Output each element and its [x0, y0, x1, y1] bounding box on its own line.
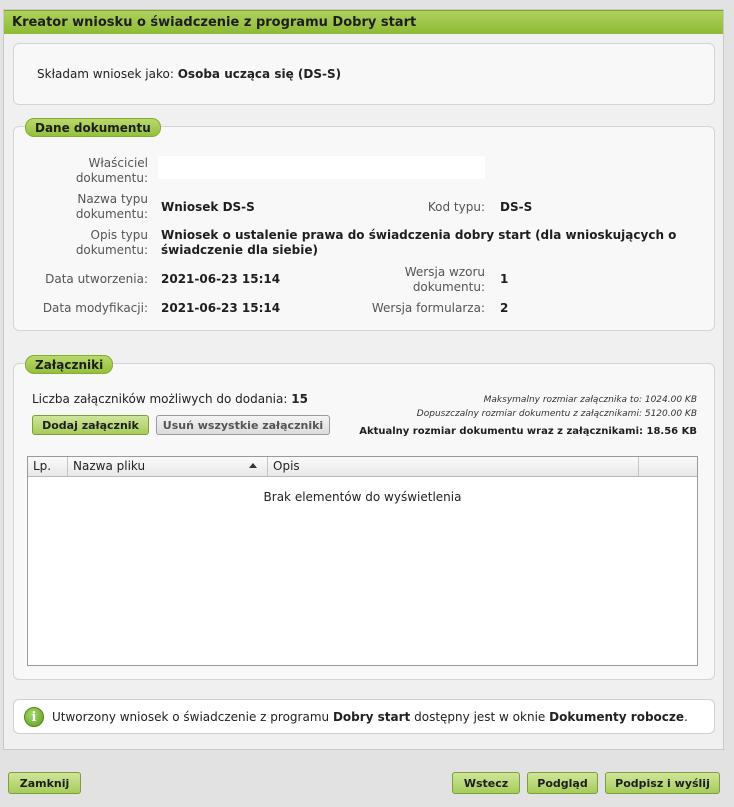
sort-ascending-icon — [249, 463, 257, 468]
created-value: 2021-06-23 15:14 — [161, 272, 281, 286]
document-data-panel: Dane dokumentu Właściciel dokumentu: Naz… — [13, 118, 715, 331]
attachments-table-header: Lp. Nazwa pliku Opis — [28, 457, 697, 477]
type-desc-label-line-2: dokumentu: — [75, 243, 148, 257]
close-button[interactable]: Zamknij — [8, 772, 81, 794]
info-notice: i Utworzony wniosek o świadczenie z prog… — [13, 699, 715, 734]
modified-label: Data modyfikacji: — [42, 301, 148, 315]
notice-text-part-2: dostępny jest w oknie — [414, 710, 546, 724]
owner-label-line-2: dokumentu: — [75, 171, 148, 185]
form-version-value: 2 — [500, 301, 509, 315]
max-attachment-size: Maksymalny rozmiar załącznika to: 1024.0… — [483, 395, 697, 405]
modified-value: 2021-06-23 15:14 — [161, 301, 281, 315]
attachments-panel: Załączniki Liczba załączników możliwych … — [13, 355, 715, 680]
applicant-line: Składam wniosek jako: Osoba ucząca się (… — [37, 67, 341, 81]
owner-label-line-1: Właściciel — [88, 156, 148, 170]
column-header-lp[interactable]: Lp. — [28, 457, 68, 476]
window-title: Kreator wniosku o świadczenie z programu… — [4, 10, 723, 34]
owner-label: Właściciel dokumentu: — [76, 156, 148, 186]
back-button[interactable]: Wstecz — [452, 772, 520, 794]
type-code-label: Kod typu: — [427, 200, 485, 214]
notice-text: Utworzony wniosek o świadczenie z progra… — [52, 710, 688, 724]
allowed-document-size: Dopuszczalny rozmiar dokumentu z załączn… — [416, 409, 697, 419]
preview-button[interactable]: Podgląd — [527, 772, 598, 794]
type-name-label: Nazwa typu dokumentu: — [76, 192, 148, 222]
notice-text-end: . — [684, 710, 688, 724]
column-header-description[interactable]: Opis — [268, 457, 639, 476]
add-attachment-button[interactable]: Dodaj załącznik — [32, 415, 149, 435]
remove-all-attachments-button[interactable]: Usuń wszystkie załączniki — [156, 415, 330, 435]
document-data-legend: Dane dokumentu — [25, 118, 161, 137]
empty-table-message: Brak elementów do wyświetlenia — [263, 490, 462, 504]
wizard-window: Kreator wniosku o świadczenie z programu… — [3, 9, 724, 750]
template-version-label-line-2: dokumentu: — [412, 280, 485, 294]
type-name-label-line-1: Nazwa typu — [77, 192, 148, 206]
type-name-label-line-2: dokumentu: — [75, 207, 148, 221]
created-label: Data utworzenia: — [45, 272, 148, 286]
notice-drafts-window: Dokumenty robocze — [549, 710, 685, 724]
info-icon: i — [24, 707, 44, 727]
type-desc-value: Wniosek o ustalenie prawa do świadczenia… — [161, 228, 676, 258]
template-version-value: 1 — [500, 272, 509, 286]
attachments-count-value: 15 — [291, 392, 308, 406]
applicant-label: Składam wniosek jako: — [37, 67, 174, 81]
current-document-size: Aktualny rozmiar dokumentu wraz z załącz… — [359, 426, 697, 437]
type-desc-value-line-1: Wniosek o ustalenie prawa do świadczenia… — [161, 228, 677, 242]
type-desc-label: Opis typu dokumentu: — [76, 228, 148, 258]
applicant-value: Osoba ucząca się (DS-S) — [177, 67, 342, 81]
notice-program-name: Dobry start — [332, 710, 411, 724]
sign-and-send-button[interactable]: Podpisz i wyślij — [605, 772, 720, 794]
type-desc-label-line-1: Opis typu — [90, 228, 149, 242]
attachments-table: Lp. Nazwa pliku Opis Brak elementów do w… — [27, 456, 698, 666]
column-header-filename[interactable]: Nazwa pliku — [68, 457, 268, 476]
template-version-label-line-1: Wersja wzoru — [404, 265, 485, 279]
template-version-label: Wersja wzoru dokumentu: — [405, 265, 485, 295]
type-code-value: DS-S — [500, 200, 533, 214]
column-header-filename-label: Nazwa pliku — [73, 459, 146, 473]
attachments-legend: Załączniki — [25, 355, 114, 374]
type-name-value: Wniosek DS-S — [161, 200, 255, 214]
owner-value — [158, 156, 485, 179]
form-version-label: Wersja formularza: — [371, 301, 485, 315]
applicant-panel: Składam wniosek jako: Osoba ucząca się (… — [13, 43, 715, 105]
attachments-count: Liczba załączników możliwych do dodania:… — [32, 392, 308, 406]
attachments-count-label: Liczba załączników możliwych do dodania: — [32, 392, 288, 406]
notice-text-part-1: Utworzony wniosek o świadczenie z progra… — [52, 710, 330, 724]
type-desc-value-line-2: świadczenie dla siebie) — [161, 243, 318, 257]
